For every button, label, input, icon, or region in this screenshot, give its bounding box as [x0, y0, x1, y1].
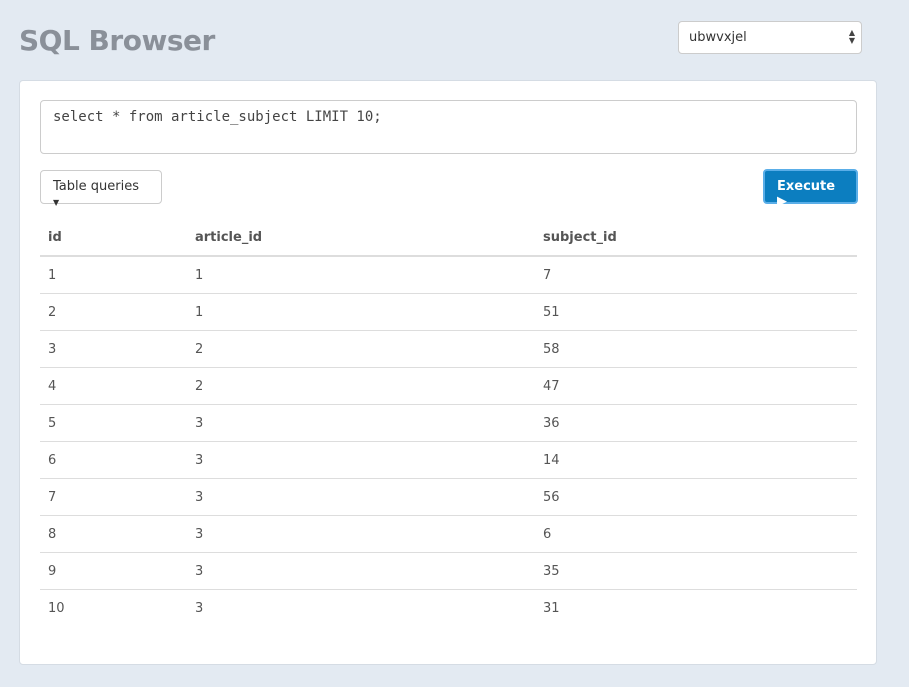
cell-article-id: 3: [187, 515, 535, 553]
column-header-article-id: article_id: [187, 219, 535, 257]
column-header-subject-id: subject_id: [535, 219, 857, 257]
cell-article-id: 2: [187, 367, 535, 405]
table-row: 836: [40, 515, 857, 553]
cell-article-id: 1: [187, 255, 535, 294]
cell-subject-id: 31: [535, 589, 857, 626]
column-header-id: id: [40, 219, 187, 257]
cell-id: 10: [40, 589, 187, 626]
cell-article-id: 3: [187, 552, 535, 590]
play-icon: ▶: [777, 194, 787, 209]
table-row: 4 2 47: [40, 367, 857, 405]
cell-subject-id: 14: [535, 441, 857, 479]
cell-article-id: 3: [187, 441, 535, 479]
cell-subject-id: 56: [535, 478, 857, 516]
query-panel: select * from article_subject LIMIT 10; …: [19, 80, 877, 665]
table-row: 2 1 51: [40, 293, 857, 331]
cell-id: 6: [40, 441, 187, 479]
table-row: 3 2 58: [40, 330, 857, 368]
database-select[interactable]: ubwvxjel ▲ ▼: [678, 21, 862, 54]
cell-id: 8: [40, 515, 187, 553]
cell-id: 7: [40, 478, 187, 516]
cell-id: 3: [40, 330, 187, 368]
cell-subject-id: 7: [535, 255, 857, 294]
select-arrows-icon: ▲ ▼: [848, 28, 855, 45]
cell-id: 2: [40, 293, 187, 331]
table-row: 10 3 31: [40, 589, 857, 626]
table-row: 7 3 56: [40, 478, 857, 516]
table-row: 9 3 35: [40, 552, 857, 590]
cell-id: 4: [40, 367, 187, 405]
query-input[interactable]: select * from article_subject LIMIT 10;: [40, 100, 857, 154]
cell-subject-id: 58: [535, 330, 857, 368]
table-row: 5 3 36: [40, 404, 857, 442]
cell-id: 5: [40, 404, 187, 442]
table-row: 117: [40, 255, 857, 294]
cell-id: 9: [40, 552, 187, 590]
cell-article-id: 2: [187, 330, 535, 368]
cell-article-id: 1: [187, 293, 535, 331]
execute-button[interactable]: Execute ▶: [763, 169, 858, 209]
cell-subject-id: 35: [535, 552, 857, 590]
caret-down-icon: ▼: [53, 198, 60, 207]
cell-article-id: 3: [187, 589, 535, 626]
cell-subject-id: 36: [535, 404, 857, 442]
table-queries-label: Table queries: [53, 179, 139, 194]
results-table: id article_id subject_id 1 1 7 2 1 51 3 2 58 4 2 47 5 3…: [40, 219, 857, 626]
table-header-row: id article_id subject_id: [40, 219, 857, 257]
cell-article-id: 3: [187, 404, 535, 442]
cell-article-id: 3: [187, 478, 535, 516]
cell-id: 1: [40, 255, 187, 294]
database-select-value: ubwvxjel: [689, 30, 747, 45]
table-queries-dropdown[interactable]: Table queries ▼: [40, 170, 162, 207]
table-row: 6 3 14: [40, 441, 857, 479]
execute-label: Execute: [777, 179, 836, 194]
page-title: SQL Browser: [19, 24, 215, 57]
cell-subject-id: 47: [535, 367, 857, 405]
cell-subject-id: 6: [535, 515, 857, 553]
cell-subject-id: 51: [535, 293, 857, 331]
